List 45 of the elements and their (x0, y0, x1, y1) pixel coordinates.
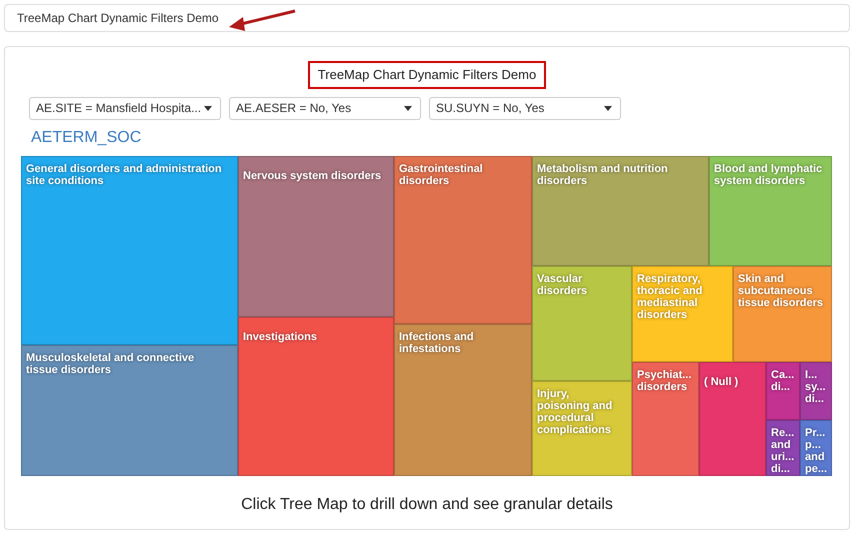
treemap-tile[interactable]: I... sy... di... (800, 362, 832, 420)
treemap-tile[interactable]: General disorders and administration site conditions (21, 156, 238, 344)
tile-label: General disorders and administration site conditions (26, 162, 222, 186)
tile-label: Metabolism and nutrition disorders (537, 162, 668, 186)
treemap-tile[interactable]: Pr... p... and pe... (800, 420, 832, 476)
chart-title: TreeMap Chart Dynamic Filters Demo (308, 61, 546, 88)
treemap-tile[interactable]: Metabolism and nutrition disorders (532, 156, 709, 266)
treemap-tile[interactable]: Injury, poisoning and procedural complications (532, 380, 632, 476)
tile-label: Nervous system disorders (243, 170, 382, 182)
page-title: TreeMap Chart Dynamic Filters Demo (17, 10, 219, 27)
tile-label: I... sy... di... (805, 368, 826, 404)
tile-label: Re... and uri... di... (771, 426, 794, 474)
treemap-tile[interactable]: Gastrointestinal disorders (394, 156, 532, 324)
tile-label: Blood and lymphatic system disorders (714, 162, 822, 186)
treemap-tile[interactable]: Blood and lymphatic system disorders (709, 156, 832, 266)
treemap-title: AETERM_SOC (31, 128, 142, 148)
treemap-tile[interactable]: Nervous system disorders (238, 156, 394, 316)
tile-label: Respiratory, thoracic and mediastinal disorders (637, 272, 702, 320)
tile-label: Ca... di... (771, 368, 794, 392)
tile-label: Gastrointestinal disorders (399, 162, 483, 186)
filter-dropdown[interactable]: AE.AESER = No, Yes (229, 96, 421, 120)
treemap-tile[interactable]: Re... and uri... di... (766, 420, 800, 476)
caret-icon (204, 106, 212, 110)
tile-label: Psychiat... disorders (637, 368, 692, 392)
filter-dropdown[interactable]: SU.SUYN = No, Yes (429, 96, 621, 120)
treemap-tile[interactable]: Skin and subcutaneous tissue disorders (733, 266, 832, 362)
tile-label: Pr... p... and pe... (805, 426, 828, 474)
instruction-text: Click Tree Map to drill down and see granular details (241, 494, 613, 514)
treemap-tile[interactable]: Ca... di... (766, 362, 800, 420)
filter-dropdown[interactable]: AE.SITE = Mansfield Hospita... (29, 96, 221, 120)
treemap-tile[interactable]: Investigations (238, 316, 394, 476)
tile-label: Vascular disorders (537, 272, 588, 296)
caret-icon (604, 106, 612, 110)
treemap-tile[interactable]: Psychiat... disorders (632, 362, 699, 476)
tile-label: Musculoskeletal and connective tissue disorders (26, 352, 194, 376)
tile-label: Injury, poisoning and procedural complications (537, 388, 612, 436)
treemap-tile[interactable]: Infections and infestations (394, 324, 532, 476)
treemap-tile[interactable]: Vascular disorders (532, 266, 632, 380)
caret-icon (404, 106, 412, 110)
tile-label: Infections and infestations (399, 330, 474, 354)
tile-label: Skin and subcutaneous tissue disorders (738, 272, 823, 308)
tile-label: Investigations (243, 330, 317, 342)
treemap-tile[interactable]: Musculoskeletal and connective tissue disorders (21, 344, 238, 476)
treemap-tile[interactable]: ( Null ) (699, 362, 766, 476)
tile-label: ( Null ) (704, 376, 738, 388)
